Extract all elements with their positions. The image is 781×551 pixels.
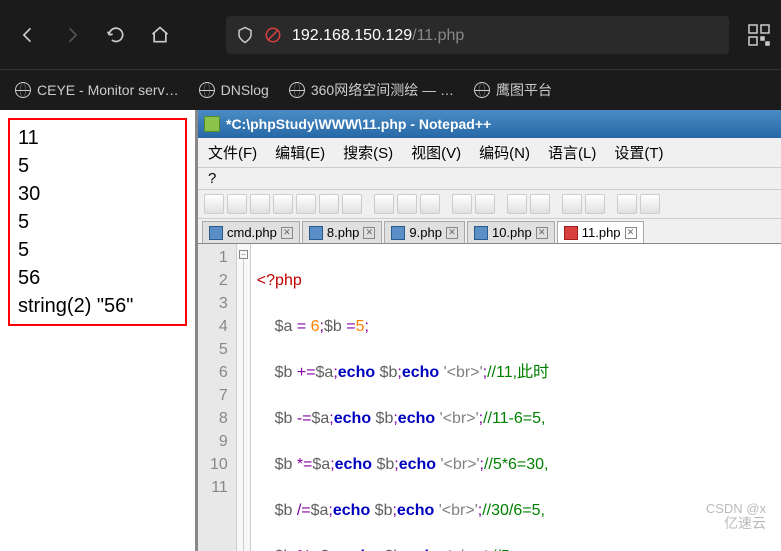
output-highlight-box: 11 5 30 5 5 56 string(2) "56": [8, 118, 187, 326]
reload-button[interactable]: [98, 17, 134, 53]
notepad-title-text: *C:\phpStudy\WWW\11.php - Notepad++: [226, 116, 491, 132]
code-editor[interactable]: 1234567891011 − <?php $a = 6;$b =5; $b +…: [198, 244, 781, 551]
url-bar[interactable]: 192.168.150.129/11.php: [226, 16, 729, 54]
output-line: 56: [18, 264, 177, 292]
bookmark-ceye[interactable]: CEYE - Monitor serv…: [15, 82, 179, 98]
menu-help[interactable]: ?: [208, 170, 216, 187]
close-tab-icon[interactable]: ✕: [363, 227, 375, 239]
menu-file[interactable]: 文件(F): [208, 142, 257, 163]
print-icon[interactable]: [342, 194, 362, 214]
close-tab-icon[interactable]: ✕: [281, 227, 293, 239]
open-file-icon[interactable]: [227, 194, 247, 214]
bookmark-360[interactable]: 360网络空间测绘 — …: [289, 80, 454, 100]
output-line: 5: [18, 236, 177, 264]
forward-button[interactable]: [54, 17, 90, 53]
code-content[interactable]: <?php $a = 6;$b =5; $b +=$a;echo $b;echo…: [251, 244, 556, 551]
menu-search[interactable]: 搜索(S): [343, 142, 393, 163]
zoom-out-icon[interactable]: [585, 194, 605, 214]
close-icon[interactable]: [296, 194, 316, 214]
line-gutter: 1234567891011: [198, 244, 237, 551]
shield-icon: [236, 26, 254, 44]
cut-icon[interactable]: [374, 194, 394, 214]
tab-9-php[interactable]: 9.php✕: [384, 221, 465, 243]
insecure-icon: [264, 26, 282, 44]
output-line: 5: [18, 152, 177, 180]
wrap-icon[interactable]: [617, 194, 637, 214]
menu-settings[interactable]: 设置(T): [614, 142, 663, 163]
showall-icon[interactable]: [640, 194, 660, 214]
redo-icon[interactable]: [475, 194, 495, 214]
notepad-logo-icon: [204, 116, 220, 132]
close-tab-icon[interactable]: ✕: [446, 227, 458, 239]
page-output: 11 5 30 5 5 56 string(2) "56": [0, 110, 195, 551]
qr-icon[interactable]: [747, 23, 771, 47]
paste-icon[interactable]: [420, 194, 440, 214]
globe-icon: [15, 82, 31, 98]
zoom-in-icon[interactable]: [562, 194, 582, 214]
tab-8-php[interactable]: 8.php✕: [302, 221, 383, 243]
find-icon[interactable]: [507, 194, 527, 214]
notepad-window: *C:\phpStudy\WWW\11.php - Notepad++ 文件(F…: [195, 110, 781, 551]
bookmarks-bar: CEYE - Monitor serv… DNSlog 360网络空间测绘 — …: [0, 70, 781, 110]
notepad-menubar-2: ?: [198, 168, 781, 190]
close-tab-icon[interactable]: ✕: [625, 227, 637, 239]
output-line: string(2) "56": [18, 292, 177, 320]
copy-icon[interactable]: [397, 194, 417, 214]
save-icon[interactable]: [250, 194, 270, 214]
home-button[interactable]: [142, 17, 178, 53]
fold-gutter: −: [237, 244, 251, 551]
url-text: 192.168.150.129/11.php: [292, 25, 464, 45]
notepad-menubar: 文件(F) 编辑(E) 搜索(S) 视图(V) 编码(N) 语言(L) 设置(T…: [198, 138, 781, 168]
output-line: 30: [18, 180, 177, 208]
new-file-icon[interactable]: [204, 194, 224, 214]
globe-icon: [199, 82, 215, 98]
fold-minus-icon[interactable]: −: [239, 250, 248, 259]
tab-cmd-php[interactable]: cmd.php✕: [202, 221, 300, 243]
tab-10-php[interactable]: 10.php✕: [467, 221, 555, 243]
notepad-tabs: cmd.php✕ 8.php✕ 9.php✕ 10.php✕ 11.php✕: [198, 219, 781, 244]
save-all-icon[interactable]: [273, 194, 293, 214]
browser-toolbar: 192.168.150.129/11.php: [0, 0, 781, 70]
back-button[interactable]: [10, 17, 46, 53]
notepad-toolbar: [198, 190, 781, 219]
menu-edit[interactable]: 编辑(E): [275, 142, 325, 163]
globe-icon: [289, 82, 305, 98]
output-line: 11: [18, 124, 177, 152]
output-line: 5: [18, 208, 177, 236]
watermark-yisu: 亿速云: [724, 513, 766, 533]
menu-encoding[interactable]: 编码(N): [479, 142, 530, 163]
disk-icon: [564, 226, 578, 240]
undo-icon[interactable]: [452, 194, 472, 214]
replace-icon[interactable]: [530, 194, 550, 214]
menu-view[interactable]: 视图(V): [411, 142, 461, 163]
tab-11-php[interactable]: 11.php✕: [557, 221, 644, 243]
notepad-titlebar: *C:\phpStudy\WWW\11.php - Notepad++: [198, 110, 781, 138]
disk-icon: [309, 226, 323, 240]
close-all-icon[interactable]: [319, 194, 339, 214]
bookmark-dnslog[interactable]: DNSlog: [199, 82, 269, 98]
close-tab-icon[interactable]: ✕: [536, 227, 548, 239]
globe-icon: [474, 82, 490, 98]
menu-language[interactable]: 语言(L): [548, 142, 596, 163]
disk-icon: [209, 226, 223, 240]
disk-icon: [474, 226, 488, 240]
disk-icon: [391, 226, 405, 240]
bookmark-yingtu[interactable]: 鹰图平台: [474, 80, 552, 100]
